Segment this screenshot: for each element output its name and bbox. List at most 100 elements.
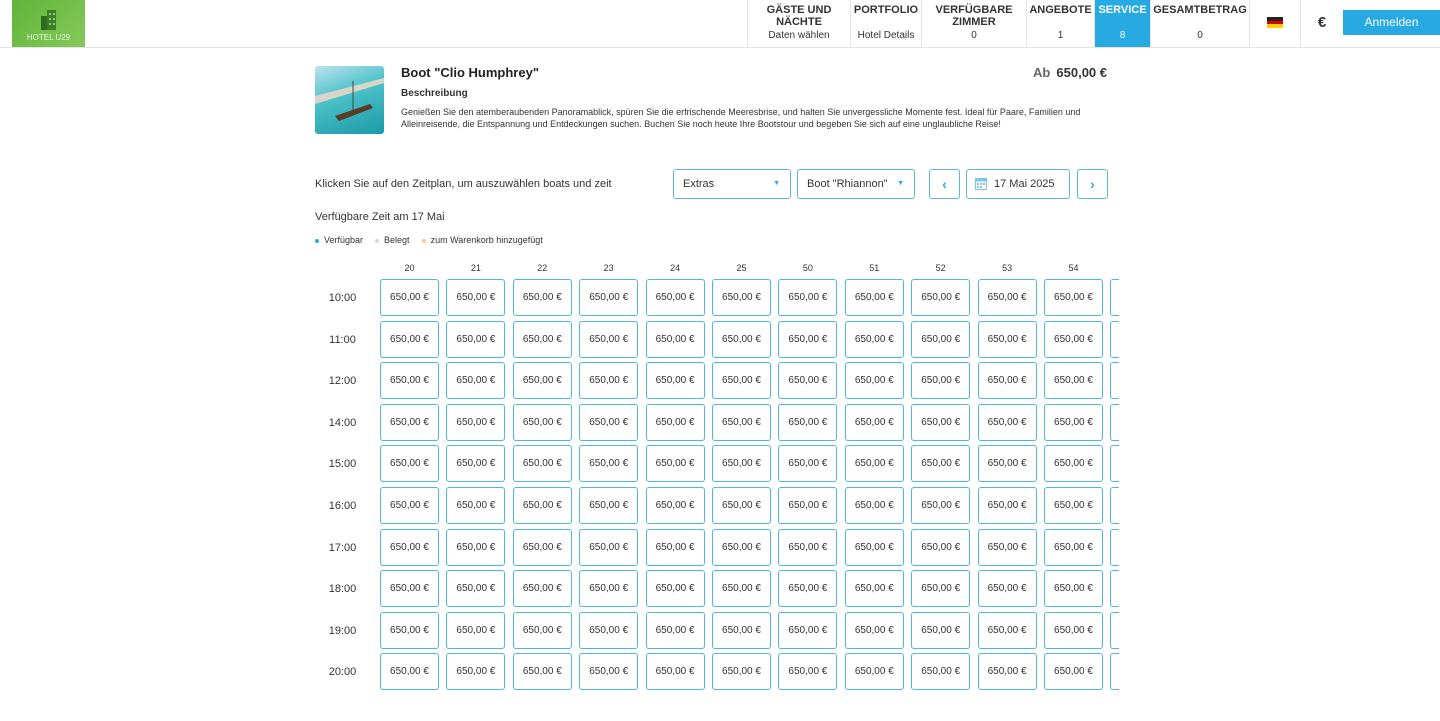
nav-guests[interactable]: GÄSTE UND NÄCHTE Daten wählen bbox=[747, 0, 850, 47]
time-slot[interactable]: 650,00 € bbox=[778, 445, 838, 483]
time-slot[interactable]: 650,00 € bbox=[1110, 487, 1119, 524]
next-date-button[interactable]: › bbox=[1077, 169, 1108, 199]
time-slot[interactable]: 650,00 € bbox=[1110, 611, 1119, 649]
time-slot[interactable]: 650,00 € bbox=[446, 445, 506, 483]
time-slot[interactable]: 650,00 € bbox=[911, 362, 971, 400]
time-slot[interactable]: 650,00 € bbox=[844, 445, 904, 483]
time-slot[interactable]: 650,00 € bbox=[1044, 362, 1103, 400]
time-slot[interactable]: 650,00 € bbox=[911, 279, 971, 316]
time-slot[interactable]: 650,00 € bbox=[1044, 320, 1103, 358]
nav-service[interactable]: SERVICE 8 bbox=[1094, 0, 1150, 47]
time-slot[interactable]: 650,00 € bbox=[844, 362, 904, 400]
time-slot[interactable]: 650,00 € bbox=[380, 611, 439, 649]
time-slot[interactable]: 650,00 € bbox=[911, 528, 971, 566]
time-slot[interactable]: 650,00 € bbox=[977, 653, 1037, 691]
time-slot[interactable]: 650,00 € bbox=[977, 445, 1037, 483]
time-slot[interactable]: 650,00 € bbox=[844, 487, 904, 524]
time-slot[interactable]: 650,00 € bbox=[446, 403, 506, 441]
time-slot[interactable]: 650,00 € bbox=[380, 487, 439, 524]
time-slot[interactable]: 650,00 € bbox=[512, 403, 572, 441]
time-slot[interactable]: 650,00 € bbox=[645, 611, 705, 649]
time-slot[interactable]: 650,00 € bbox=[844, 611, 904, 649]
boat-dropdown[interactable]: Boot "Rhiannon" ▼ bbox=[797, 169, 915, 199]
login-button[interactable]: Anmelden bbox=[1343, 10, 1440, 35]
nav-offers[interactable]: ANGEBOTE 1 bbox=[1026, 0, 1094, 47]
time-slot[interactable]: 650,00 € bbox=[1110, 528, 1119, 566]
time-slot[interactable]: 650,00 € bbox=[512, 320, 572, 358]
time-slot[interactable]: 650,00 € bbox=[380, 279, 439, 316]
time-slot[interactable]: 650,00 € bbox=[1110, 403, 1119, 441]
time-slot[interactable]: 650,00 € bbox=[1044, 653, 1103, 691]
time-slot[interactable]: 650,00 € bbox=[1110, 570, 1119, 608]
time-slot[interactable]: 650,00 € bbox=[512, 362, 572, 400]
time-slot[interactable]: 650,00 € bbox=[1044, 611, 1103, 649]
time-slot[interactable]: 650,00 € bbox=[1044, 570, 1103, 608]
time-slot[interactable]: 650,00 € bbox=[778, 487, 838, 524]
time-slot[interactable]: 650,00 € bbox=[712, 320, 771, 358]
time-slot[interactable]: 650,00 € bbox=[712, 445, 771, 483]
time-slot[interactable]: 650,00 € bbox=[844, 403, 904, 441]
time-slot[interactable]: 650,00 € bbox=[512, 611, 572, 649]
time-slot[interactable]: 650,00 € bbox=[645, 653, 705, 691]
time-slot[interactable]: 650,00 € bbox=[380, 403, 439, 441]
time-slot[interactable]: 650,00 € bbox=[844, 653, 904, 691]
time-slot[interactable]: 650,00 € bbox=[977, 570, 1037, 608]
time-slot[interactable]: 650,00 € bbox=[645, 279, 705, 316]
extras-dropdown[interactable]: Extras ▼ bbox=[673, 169, 791, 199]
time-slot[interactable]: 650,00 € bbox=[1110, 362, 1119, 400]
time-slot[interactable]: 650,00 € bbox=[579, 362, 639, 400]
time-slot[interactable]: 650,00 € bbox=[1110, 279, 1119, 316]
time-slot[interactable]: 650,00 € bbox=[446, 611, 506, 649]
time-slot[interactable]: 650,00 € bbox=[712, 279, 771, 316]
time-slot[interactable]: 650,00 € bbox=[778, 528, 838, 566]
time-slot[interactable]: 650,00 € bbox=[579, 570, 639, 608]
time-slot[interactable]: 650,00 € bbox=[712, 611, 771, 649]
time-slot[interactable]: 650,00 € bbox=[380, 528, 439, 566]
time-slot[interactable]: 650,00 € bbox=[512, 653, 572, 691]
time-slot[interactable]: 650,00 € bbox=[778, 570, 838, 608]
time-slot[interactable]: 650,00 € bbox=[512, 445, 572, 483]
prev-date-button[interactable]: ‹ bbox=[929, 169, 960, 199]
time-slot[interactable]: 650,00 € bbox=[778, 362, 838, 400]
language-selector[interactable] bbox=[1249, 0, 1300, 47]
time-slot[interactable]: 650,00 € bbox=[911, 653, 971, 691]
time-slot[interactable]: 650,00 € bbox=[712, 528, 771, 566]
time-slot[interactable]: 650,00 € bbox=[977, 320, 1037, 358]
time-slot[interactable]: 650,00 € bbox=[911, 320, 971, 358]
time-slot[interactable]: 650,00 € bbox=[579, 653, 639, 691]
time-slot[interactable]: 650,00 € bbox=[1044, 528, 1103, 566]
nav-portfolio[interactable]: PORTFOLIO Hotel Details bbox=[850, 0, 921, 47]
time-slot[interactable]: 650,00 € bbox=[645, 570, 705, 608]
time-slot[interactable]: 650,00 € bbox=[1044, 403, 1103, 441]
time-slot[interactable]: 650,00 € bbox=[579, 445, 639, 483]
time-slot[interactable]: 650,00 € bbox=[645, 487, 705, 524]
time-slot[interactable]: 650,00 € bbox=[712, 487, 771, 524]
time-slot[interactable]: 650,00 € bbox=[645, 403, 705, 441]
time-slot[interactable]: 650,00 € bbox=[1110, 320, 1119, 358]
time-slot[interactable]: 650,00 € bbox=[844, 570, 904, 608]
time-slot[interactable]: 650,00 € bbox=[778, 320, 838, 358]
time-slot[interactable]: 650,00 € bbox=[645, 528, 705, 566]
time-slot[interactable]: 650,00 € bbox=[1110, 653, 1119, 691]
time-slot[interactable]: 650,00 € bbox=[446, 487, 506, 524]
time-slot[interactable]: 650,00 € bbox=[446, 570, 506, 608]
time-slot[interactable]: 650,00 € bbox=[778, 653, 838, 691]
time-slot[interactable]: 650,00 € bbox=[712, 403, 771, 441]
time-slot[interactable]: 650,00 € bbox=[712, 362, 771, 400]
time-slot[interactable]: 650,00 € bbox=[380, 570, 439, 608]
time-slot[interactable]: 650,00 € bbox=[380, 653, 439, 691]
time-slot[interactable]: 650,00 € bbox=[1044, 279, 1103, 316]
time-slot[interactable]: 650,00 € bbox=[977, 487, 1037, 524]
time-slot[interactable]: 650,00 € bbox=[712, 653, 771, 691]
time-slot[interactable]: 650,00 € bbox=[645, 445, 705, 483]
time-slot[interactable]: 650,00 € bbox=[911, 487, 971, 524]
time-slot[interactable]: 650,00 € bbox=[1044, 487, 1103, 524]
time-slot[interactable]: 650,00 € bbox=[911, 445, 971, 483]
time-slot[interactable]: 650,00 € bbox=[512, 528, 572, 566]
date-picker[interactable]: 17 Mai 2025 bbox=[966, 169, 1070, 199]
time-slot[interactable]: 650,00 € bbox=[977, 279, 1037, 316]
time-slot[interactable]: 650,00 € bbox=[512, 487, 572, 524]
time-slot[interactable]: 650,00 € bbox=[712, 570, 771, 608]
time-slot[interactable]: 650,00 € bbox=[844, 279, 904, 316]
time-slot[interactable]: 650,00 € bbox=[446, 279, 506, 316]
